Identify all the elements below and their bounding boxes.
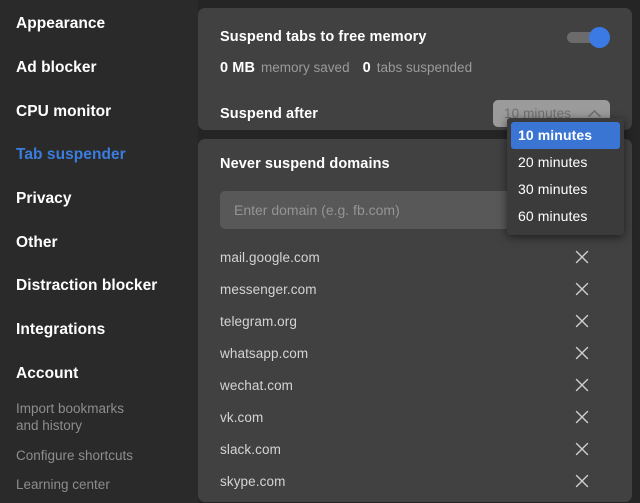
table-row: slack.com bbox=[198, 433, 632, 465]
sidebar-item-cpu-monitor[interactable]: CPU monitor bbox=[0, 104, 127, 120]
remove-domain-icon[interactable] bbox=[574, 313, 590, 329]
memory-saved-value: 0 MB bbox=[220, 60, 256, 76]
suspend-after-label: Suspend after bbox=[220, 105, 318, 122]
suspend-tabs-title: Suspend tabs to free memory bbox=[220, 29, 427, 45]
sidebar-item-distraction-blocker[interactable]: Distraction blocker bbox=[0, 278, 173, 294]
sidebar-link-import-bookmarks[interactable]: Import bookmarks bbox=[0, 401, 140, 417]
remove-domain-icon[interactable] bbox=[574, 473, 590, 489]
settings-content: Suspend tabs to free memory 0 MB memory … bbox=[198, 0, 640, 503]
table-row: telegram.org bbox=[198, 305, 632, 337]
remove-domain-icon[interactable] bbox=[574, 345, 590, 361]
memory-saved-label: memory saved bbox=[261, 60, 350, 75]
suspend-after-dropdown-menu[interactable]: 10 minutes 20 minutes 30 minutes 60 minu… bbox=[507, 118, 624, 235]
sidebar-item-integrations[interactable]: Integrations bbox=[0, 322, 121, 338]
tabs-suspended-label: tabs suspended bbox=[376, 60, 473, 75]
sidebar-link-learning-center[interactable]: Learning center bbox=[0, 477, 126, 493]
sidebar-item-account[interactable]: Account bbox=[0, 366, 94, 382]
sidebar-item-privacy[interactable]: Privacy bbox=[0, 191, 88, 207]
remove-domain-icon[interactable] bbox=[574, 249, 590, 265]
sidebar-link-configure-shortcuts[interactable]: Configure shortcuts bbox=[0, 448, 149, 464]
table-row: messenger.com bbox=[198, 273, 632, 305]
dropdown-option-10-minutes[interactable]: 10 minutes bbox=[511, 122, 620, 149]
domain-name: whatsapp.com bbox=[220, 345, 309, 361]
table-row: vk.com bbox=[198, 401, 632, 433]
chevron-up-icon bbox=[588, 110, 601, 118]
dropdown-option-30-minutes[interactable]: 30 minutes bbox=[507, 176, 624, 203]
domain-name: skype.com bbox=[220, 473, 286, 489]
toggle-knob bbox=[589, 26, 610, 48]
sidebar-item-ad-blocker[interactable]: Ad blocker bbox=[0, 60, 113, 76]
remove-domain-icon[interactable] bbox=[574, 281, 590, 297]
sidebar-item-other[interactable]: Other bbox=[0, 235, 74, 251]
domain-list: mail.google.com messenger.com telegram.o… bbox=[198, 241, 632, 497]
table-row: mail.google.com bbox=[198, 241, 632, 273]
domain-name: messenger.com bbox=[220, 281, 317, 297]
dropdown-option-20-minutes[interactable]: 20 minutes bbox=[507, 149, 624, 176]
domain-name: wechat.com bbox=[220, 377, 294, 393]
remove-domain-icon[interactable] bbox=[574, 377, 590, 393]
domain-name: slack.com bbox=[220, 441, 281, 457]
sidebar-item-tab-suspender[interactable]: Tab suspender bbox=[0, 147, 142, 163]
suspend-tabs-toggle[interactable] bbox=[567, 26, 610, 48]
domain-name: vk.com bbox=[220, 409, 264, 425]
remove-domain-icon[interactable] bbox=[574, 409, 590, 425]
suspend-tabs-panel: Suspend tabs to free memory 0 MB memory … bbox=[198, 8, 632, 130]
dropdown-option-60-minutes[interactable]: 60 minutes bbox=[507, 203, 624, 230]
table-row: wechat.com bbox=[198, 369, 632, 401]
domain-name: mail.google.com bbox=[220, 249, 320, 265]
sidebar-link-import-bookmarks-line2[interactable]: and history bbox=[0, 418, 98, 434]
settings-sidebar: Appearance Ad blocker CPU monitor Tab su… bbox=[0, 0, 198, 503]
table-row: whatsapp.com bbox=[198, 337, 632, 369]
suspend-stats: 0 MB memory saved 0 tabs suspended bbox=[220, 60, 610, 78]
sidebar-item-appearance[interactable]: Appearance bbox=[0, 16, 121, 32]
remove-domain-icon[interactable] bbox=[574, 441, 590, 457]
domain-name: telegram.org bbox=[220, 313, 297, 329]
tabs-suspended-value: 0 bbox=[362, 60, 371, 76]
suspend-tabs-row: Suspend tabs to free memory bbox=[220, 26, 610, 48]
settings-window: Appearance Ad blocker CPU monitor Tab su… bbox=[0, 0, 640, 503]
table-row: skype.com bbox=[198, 465, 632, 497]
